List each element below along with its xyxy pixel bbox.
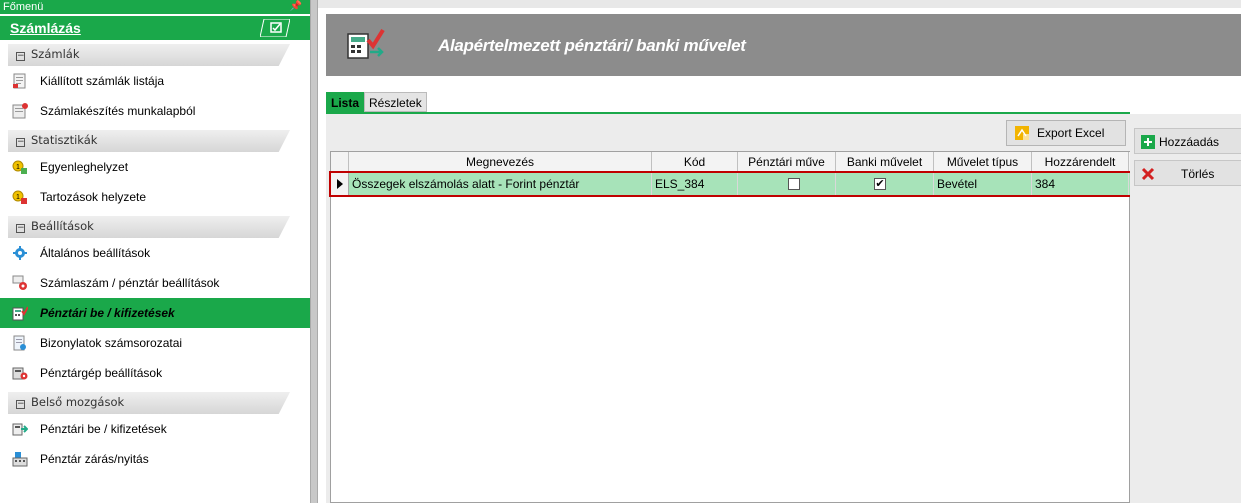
invoice-create-icon: [12, 103, 28, 119]
sidebar-item-altalanos-beallitasok[interactable]: Általános beállítások: [0, 238, 310, 268]
cash-register-icon: [347, 28, 385, 59]
sidebar-splitter[interactable]: [310, 0, 318, 503]
group-label: Statisztikák: [31, 133, 98, 147]
gear-icon: [13, 246, 27, 260]
pin-icon[interactable]: 📌: [290, 0, 302, 14]
plus-icon: [1141, 135, 1155, 149]
column-header-banki[interactable]: Banki művelet: [836, 152, 934, 172]
section-title: Számlázás: [10, 20, 81, 36]
column-header-hozzarendelt[interactable]: Hozzárendelt: [1032, 152, 1129, 172]
sidebar-item-penztargep[interactable]: Pénztárgép beállítások: [0, 358, 310, 388]
sidebar-item-penztari-be-kifizetesek[interactable]: Pénztári be / kifizetések: [0, 298, 310, 328]
settings-document-icon: [12, 275, 27, 290]
sidebar: Főmenü 📌 Számlázás − Számlák Kiállított s…: [0, 0, 310, 503]
action-panel: Hozzáadás Törlés: [1130, 114, 1241, 503]
sidebar-item-egyenleghelyzet[interactable]: 1 Egyenleghelyzet: [0, 152, 310, 182]
sidebar-title: Főmenü: [3, 1, 44, 13]
group-label: Számlák: [31, 47, 80, 61]
sidebar-item-bizonylatok[interactable]: Bizonylatok számsorozatai: [0, 328, 310, 358]
debt-icon: 1: [12, 190, 27, 204]
sidebar-item-label: Egyenleghelyzet: [40, 160, 129, 174]
document-series-icon: [13, 335, 26, 351]
tab-lista[interactable]: Lista: [326, 92, 365, 112]
sidebar-item-label: Pénztár zárás/nyitás: [40, 452, 149, 466]
group-statisztikak[interactable]: − Statisztikák: [0, 128, 310, 152]
balance-icon: 1: [12, 160, 27, 174]
sidebar-item-label: Pénztári be / kifizetések: [40, 306, 175, 320]
page-banner: Alapértelmezett pénztári/ banki művelet: [326, 14, 1241, 76]
delete-label: Törlés: [1181, 167, 1215, 181]
tab-reszletek[interactable]: Részletek: [364, 92, 427, 112]
invoice-list-icon: [13, 73, 26, 89]
sidebar-item-tartozasok[interactable]: 1 Tartozások helyzete: [0, 182, 310, 212]
sidebar-item-penztari-belso[interactable]: Pénztári be / kifizetések: [0, 414, 310, 444]
page-title: Alapértelmezett pénztári/ banki művelet: [438, 36, 746, 55]
sidebar-item-label: Általános beállítások: [40, 246, 151, 260]
collapse-icon[interactable]: −: [16, 52, 25, 61]
data-grid: Megnevezés Kód Pénztári műve Banki művel…: [329, 151, 1134, 503]
add-label: Hozzáadás: [1159, 135, 1220, 149]
sidebar-item-label: Pénztári be / kifizetések: [40, 422, 167, 436]
column-header-megnevezes[interactable]: Megnevezés: [349, 152, 652, 172]
sidebar-item-label: Számlakészítés munkalapból: [40, 104, 196, 118]
sidebar-item-label: Bizonylatok számsorozatai: [40, 336, 183, 350]
cash-machine-icon: [12, 367, 28, 380]
sidebar-section-header[interactable]: Számlázás: [0, 16, 310, 40]
main-area: Alapértelmezett pénztári/ banki művelet …: [318, 0, 1241, 503]
sidebar-item-label: Tartozások helyzete: [40, 190, 147, 204]
sidebar-item-kiallitott-szamlak[interactable]: Kiállított számlák listája: [0, 66, 310, 96]
excel-export-icon: [1015, 126, 1029, 140]
svg-text:1: 1: [16, 164, 20, 171]
collapse-icon[interactable]: −: [16, 224, 25, 233]
list-panel: Export Excel Megnevezés Kód Pénztári műv…: [326, 114, 1134, 503]
column-header-tipus[interactable]: Művelet típus: [934, 152, 1032, 172]
top-strip: [318, 0, 1241, 8]
delete-button[interactable]: Törlés: [1134, 160, 1241, 186]
svg-text:1: 1: [16, 194, 20, 201]
cash-close-icon: [12, 452, 28, 467]
row-highlight-box: [329, 171, 1134, 197]
sidebar-item-szamlaszam-beallitasok[interactable]: Számlaszám / pénztár beállítások: [0, 268, 310, 298]
group-label: Beállítások: [31, 219, 94, 233]
sidebar-titlebar: Főmenü 📌: [0, 0, 310, 14]
sidebar-item-label: Pénztárgép beállítások: [40, 366, 163, 380]
sidebar-item-penztar-zaras[interactable]: Pénztár zárás/nyitás: [0, 444, 310, 474]
column-header-kod[interactable]: Kód: [652, 152, 738, 172]
close-icon: [1141, 167, 1155, 181]
group-label: Belső mozgások: [31, 395, 125, 409]
sidebar-item-szamlakeszites[interactable]: Számlakészítés munkalapból: [0, 96, 310, 126]
group-belso-mozgasok[interactable]: − Belső mozgások: [0, 390, 310, 414]
header-corner: [331, 152, 349, 172]
sidebar-item-label: Kiállított számlák listája: [40, 74, 165, 88]
add-button[interactable]: Hozzáadás: [1134, 128, 1241, 154]
section-header-icon: [260, 19, 290, 37]
grid-header: Megnevezés Kód Pénztári műve Banki művel…: [331, 152, 1131, 172]
tab-bar: Lista Részletek: [326, 92, 427, 112]
sidebar-item-label: Számlaszám / pénztár beállítások: [40, 276, 220, 290]
export-excel-label: Export Excel: [1037, 126, 1105, 140]
collapse-icon[interactable]: −: [16, 138, 25, 147]
export-excel-button[interactable]: Export Excel: [1006, 120, 1126, 146]
group-beallitasok[interactable]: − Beállítások: [0, 214, 310, 238]
column-header-penztari[interactable]: Pénztári műve: [738, 152, 836, 172]
collapse-icon[interactable]: −: [16, 400, 25, 409]
group-szamlak[interactable]: − Számlák: [0, 42, 310, 66]
cash-transfer-icon: [12, 423, 28, 436]
cash-register-icon: [12, 306, 28, 321]
